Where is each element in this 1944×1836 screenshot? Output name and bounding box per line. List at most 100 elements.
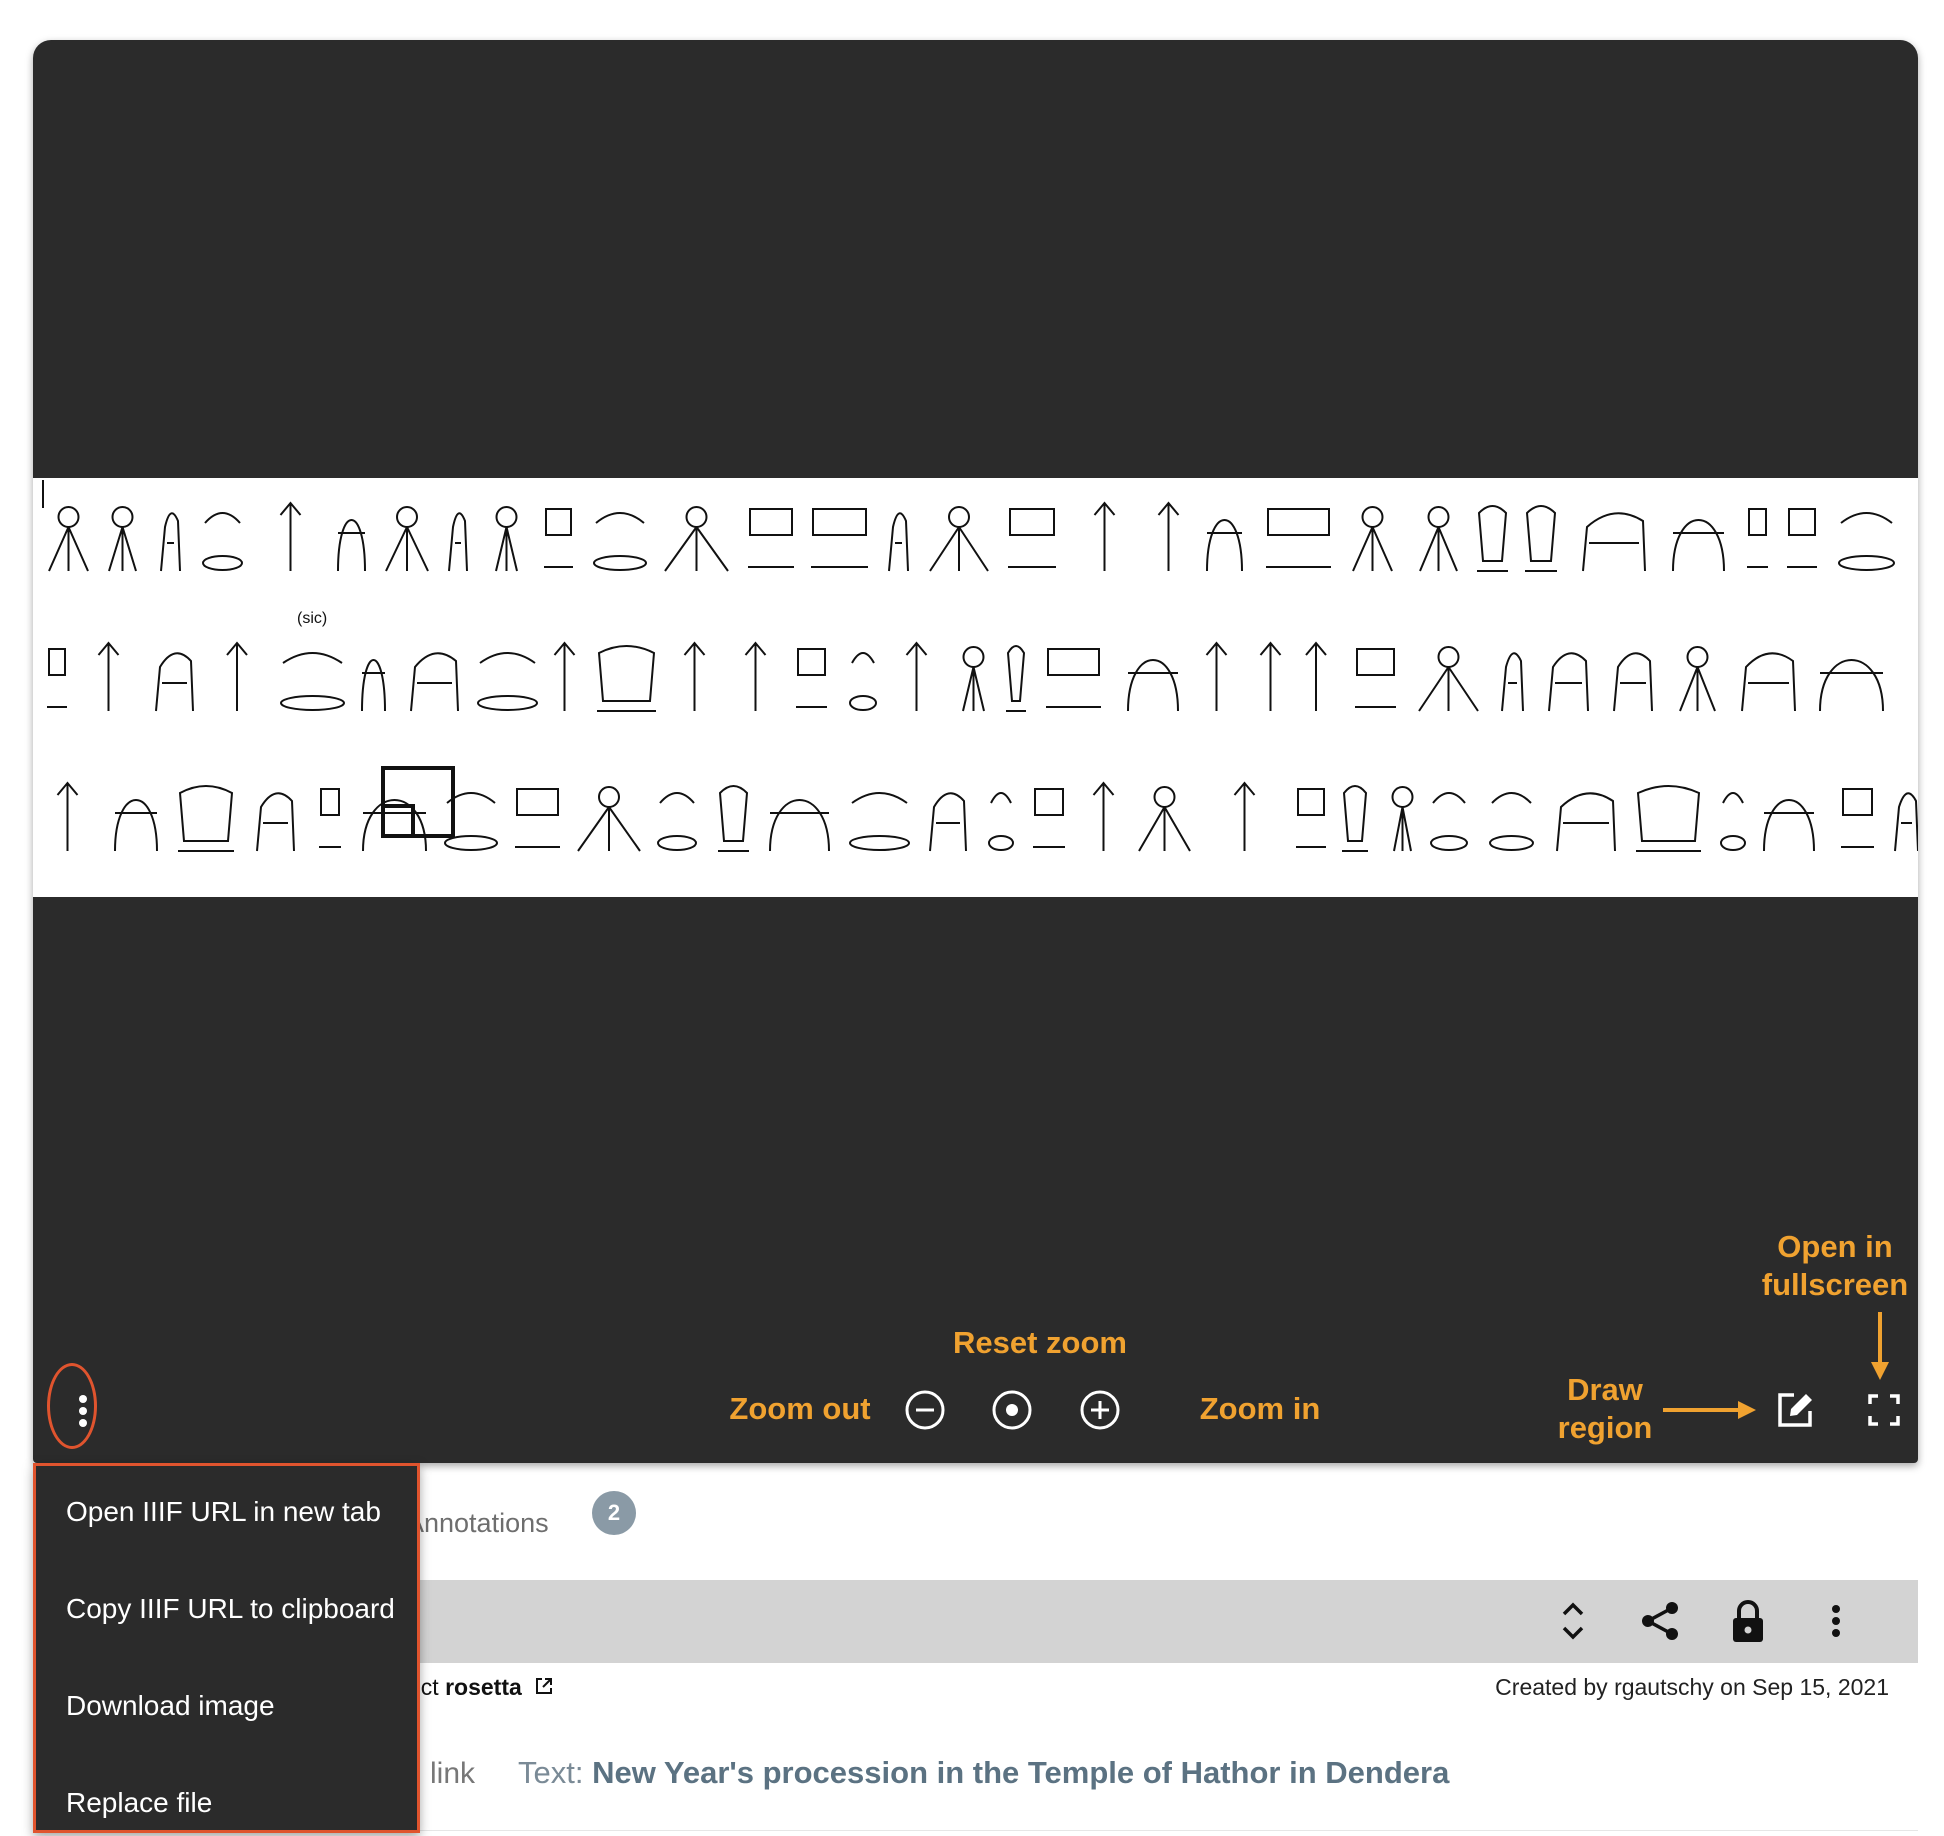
glyph-stroke [495,526,518,572]
glyph-stroke [1153,786,1176,808]
share-icon [1642,1602,1678,1640]
glyph-stroke [1501,652,1524,712]
glyph-stroke [320,788,340,816]
zoom-out-annotation: Zoom out [729,1391,871,1426]
zoom-out-button[interactable] [901,1386,949,1434]
glyph-stroke [1582,512,1646,572]
glyph-stroke [1047,648,1100,676]
draw-region-annotation: Draw region [1540,1371,1670,1447]
hieroglyph-drawing: (sic) [47,501,1918,852]
glyph-stroke [1741,652,1796,712]
glyph-stroke [948,506,970,528]
project-link[interactable]: ect rosetta [408,1674,554,1701]
glyph-stroke [685,506,708,528]
share-button[interactable] [1635,1596,1685,1646]
glyph-stroke [797,648,826,676]
glyph-stroke [593,555,647,571]
resource-more-button[interactable] [1811,1596,1861,1646]
glyph-stroke [929,526,989,572]
menu-button-highlight [47,1363,97,1449]
external-link-icon [536,1678,553,1694]
glyph-stroke [1430,835,1468,851]
glyph-stroke [282,652,343,664]
glyph-stroke [1722,792,1744,804]
viewer-context-menu: Open IIIF URL in new tab Copy IIIF URL t… [33,1463,420,1833]
glyph-stroke [280,695,345,711]
glyph-stroke [1525,505,1557,562]
glyph-stroke [1686,646,1709,668]
glyph-stroke [1418,666,1479,712]
reset-zoom-button[interactable] [988,1386,1036,1434]
glyph-stroke [48,526,89,572]
more-vert-icon [1832,1605,1840,1637]
glyph-stroke [851,792,908,804]
edit-square-icon [1778,1393,1812,1427]
glyph-stroke [769,799,830,852]
glyph-stroke [1556,792,1616,852]
glyph-stroke [1342,785,1368,842]
glyph-stroke [1636,785,1701,842]
glyph-stroke [1840,512,1893,524]
glyph-stroke [888,512,909,572]
glyph-stroke [1679,666,1716,712]
glyph-stroke [1548,652,1589,712]
glyph-stroke [1391,786,1414,808]
glyph-stroke [545,508,572,536]
glyph-stroke [1127,659,1179,712]
menu-item-open-iiif-url[interactable]: Open IIIF URL in new tab [66,1496,381,1528]
fullscreen-icon [1868,1394,1900,1426]
draw-region-button[interactable] [1771,1386,1819,1434]
glyph-stroke [1477,505,1508,562]
permissions-button[interactable] [1723,1596,1773,1646]
glyph-stroke [256,792,295,852]
menu-item-replace-file[interactable]: Replace file [66,1787,212,1819]
glyph-stroke [929,792,967,852]
image-viewer[interactable]: (sic) [33,40,1918,1463]
glyph-stroke [1720,835,1746,851]
glyph-stroke [114,799,158,852]
glyph-stroke [1838,555,1895,571]
glyph-stroke [1427,506,1450,528]
expand-collapse-button[interactable] [1548,1596,1598,1646]
glyph-stroke [1267,508,1330,536]
glyph-stroke [851,652,875,664]
glyph-stroke [396,506,418,528]
hieroglyph-image: (sic) [33,478,1918,897]
glyph-stroke [1489,835,1534,851]
glyph-stroke [495,506,518,528]
glyph-stroke [1297,788,1325,816]
fullscreen-annotation-line2: fullscreen [1761,1267,1909,1302]
tab-annotations[interactable]: Annotations [406,1508,549,1539]
glyph-stroke [849,835,910,851]
menu-item-copy-iiif-url[interactable]: Copy IIIF URL to clipboard [66,1593,395,1625]
glyph-stroke [1206,519,1243,572]
glyph-stroke [1672,519,1725,572]
glyph-stroke [962,666,985,712]
glyph-stroke [990,792,1012,804]
glyph-stroke [516,788,559,816]
reset-zoom-annotation: Reset zoom [953,1325,1127,1360]
fullscreen-button[interactable] [1860,1386,1908,1434]
divider [420,1830,1918,1831]
glyph-stroke [444,835,498,851]
glyph-stroke [849,695,877,711]
glyph-stroke [337,519,366,572]
glyph-stroke [111,506,134,528]
glyph-stroke [410,652,459,712]
zoom-in-annotation: Zoom in [1199,1391,1321,1426]
linked-text[interactable]: Text: New Year's procession in the Templ… [518,1755,1449,1791]
glyph-stroke [1842,788,1873,816]
menu-item-download-image[interactable]: Download image [66,1690,275,1722]
project-name: rosetta [445,1674,522,1700]
zoom-in-button[interactable] [1076,1386,1124,1434]
glyph-stroke [1432,792,1466,804]
text-prefix: Text: [518,1755,593,1790]
glyph-stroke [664,526,729,572]
annotations-count-badge: 2 [592,1491,636,1535]
plus-circle-icon [1080,1390,1120,1430]
glyph-stroke [597,645,656,702]
glyph-stroke [1034,788,1064,816]
glyph-stroke [1361,506,1384,528]
glyph-stroke [659,792,695,804]
link-label: link [430,1757,476,1790]
